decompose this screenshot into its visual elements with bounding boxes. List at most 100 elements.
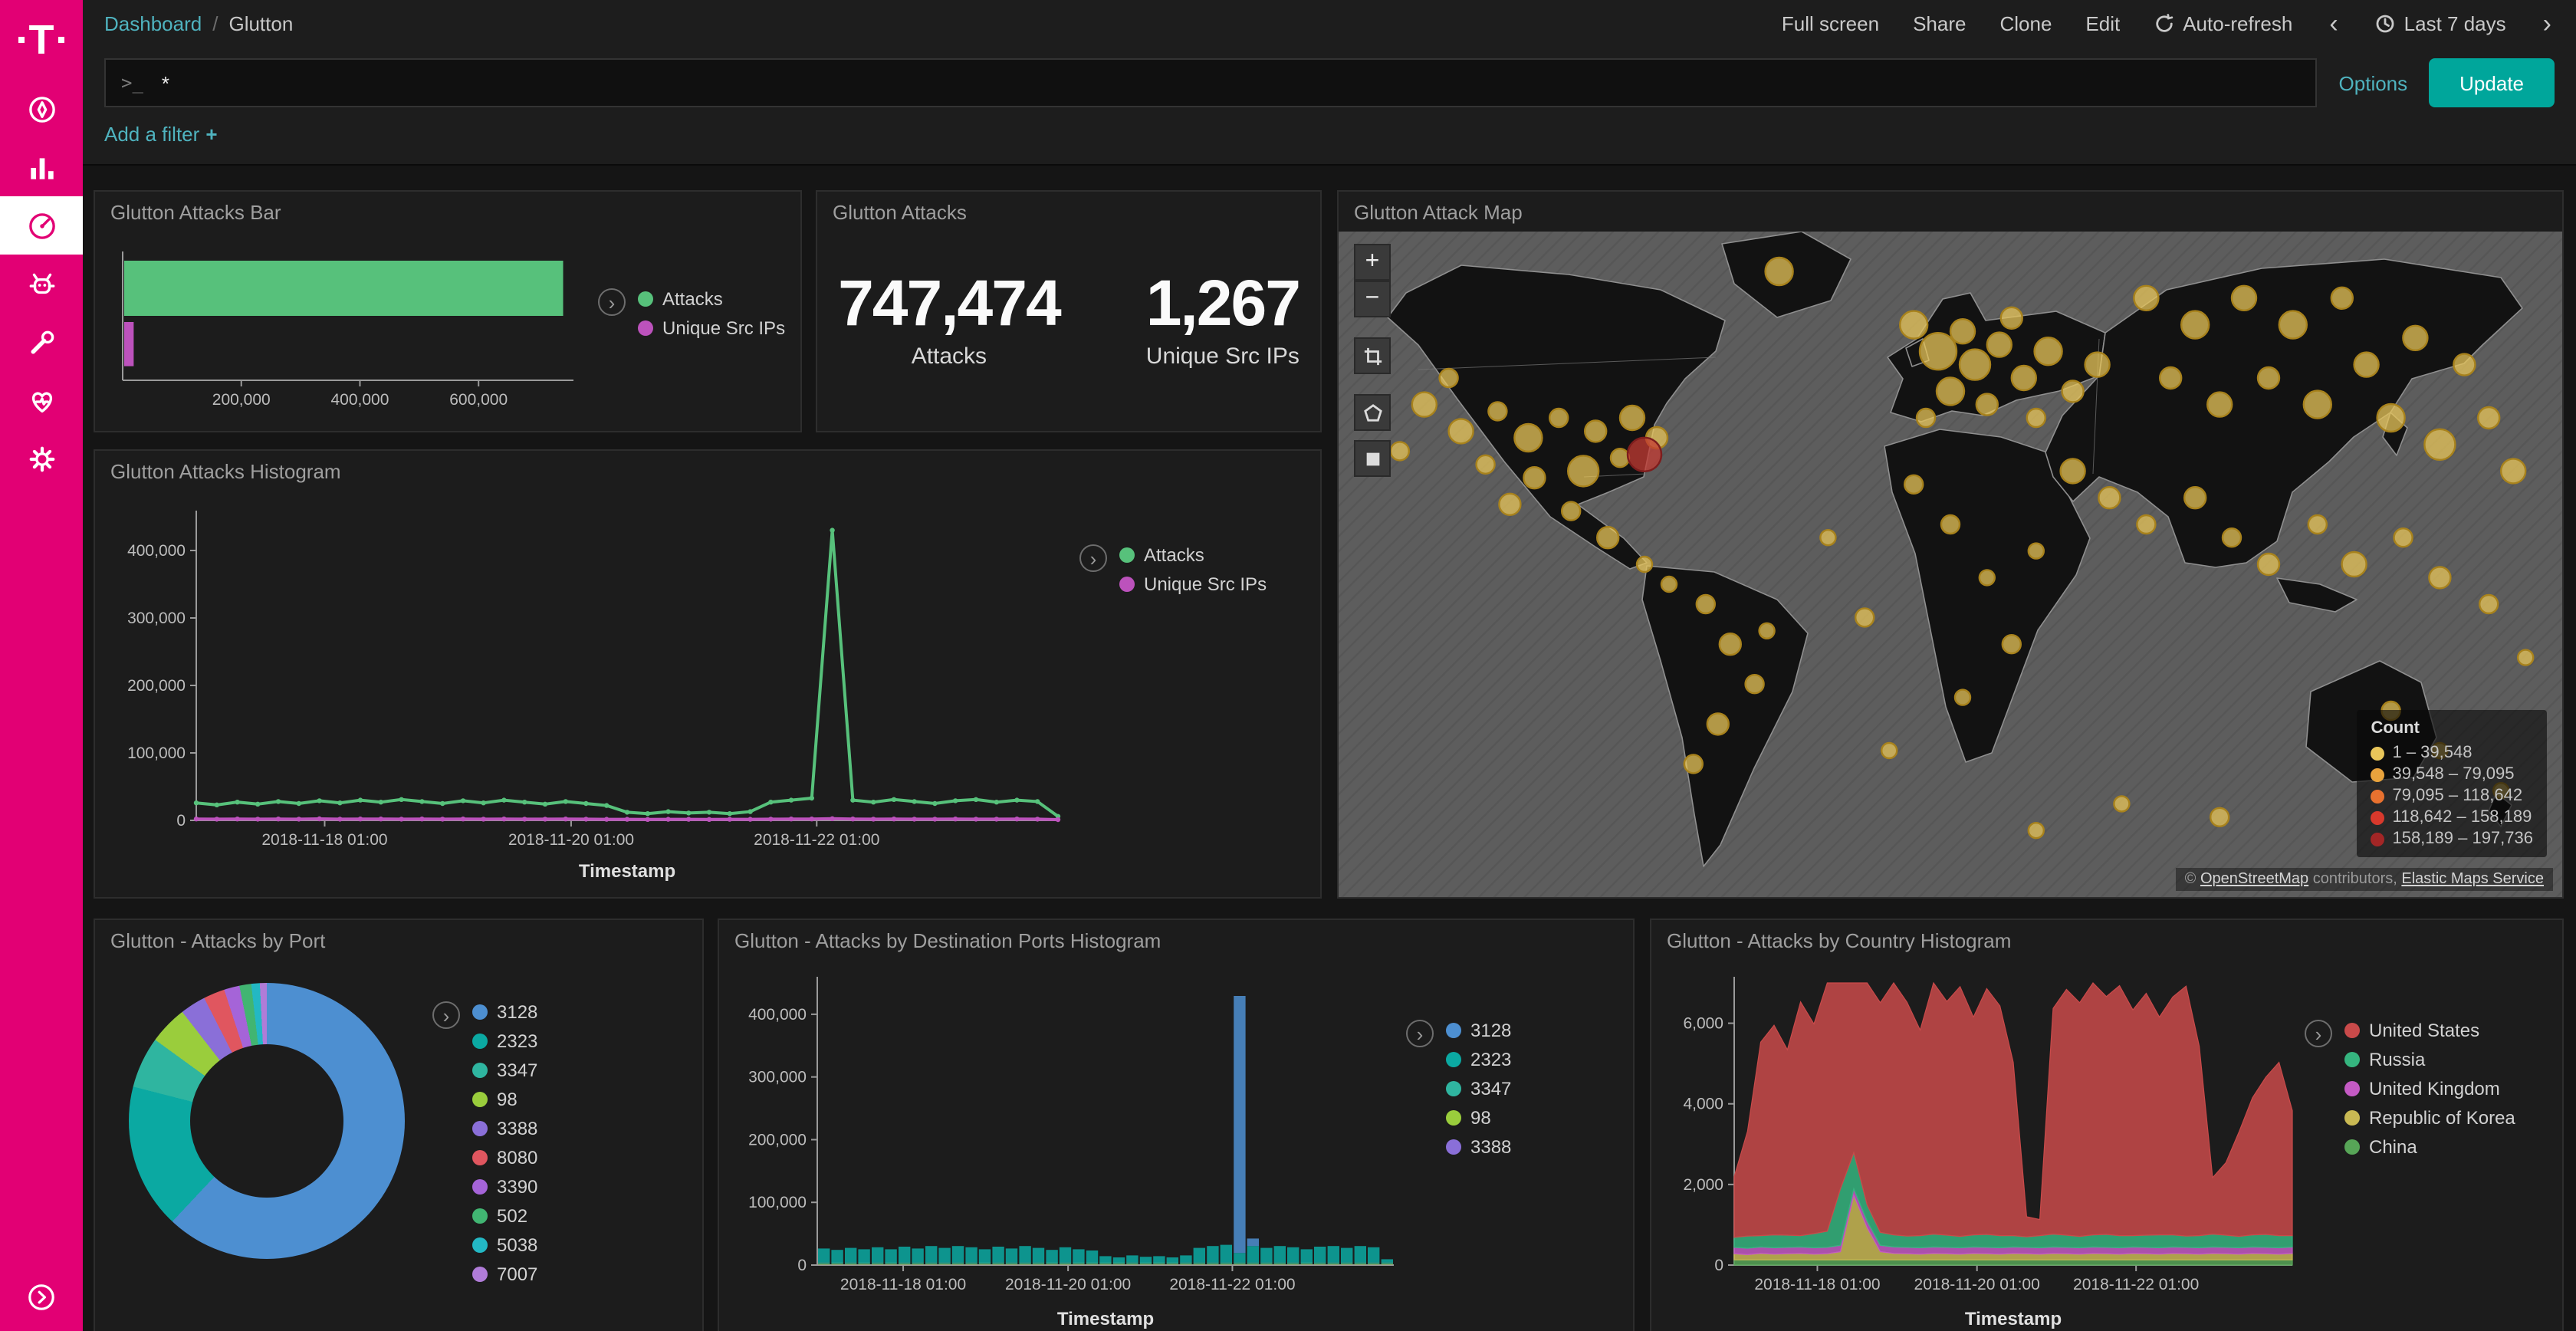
attack-marker[interactable] <box>2134 286 2158 311</box>
attack-marker[interactable] <box>1562 502 1580 521</box>
attack-marker[interactable] <box>2027 409 2045 427</box>
attack-marker[interactable] <box>2258 367 2279 389</box>
legend-item[interactable]: 3347 <box>472 1060 537 1081</box>
legend-item[interactable]: Unique Src IPs <box>638 317 785 339</box>
attack-marker[interactable] <box>2331 288 2353 309</box>
legend-item[interactable]: 3347 <box>1446 1078 1511 1099</box>
attack-marker[interactable] <box>2061 458 2085 483</box>
attack-marker[interactable] <box>2304 391 2331 419</box>
attack-marker[interactable] <box>2210 808 2229 827</box>
sidebar-item-discover[interactable] <box>0 80 83 138</box>
attack-marker[interactable] <box>1611 449 1629 467</box>
attack-marker[interactable] <box>1637 557 1652 572</box>
legend-toggle[interactable]: › <box>2305 1020 2332 1047</box>
attack-marker[interactable] <box>1904 475 1923 494</box>
sidebar-item-dashboard[interactable] <box>0 196 83 255</box>
attack-marker[interactable] <box>1855 608 1874 626</box>
attack-marker[interactable] <box>2232 286 2256 311</box>
attack-marker[interactable] <box>1707 713 1729 735</box>
attack-marker[interactable] <box>2308 515 2327 534</box>
attack-marker[interactable] <box>2453 354 2475 376</box>
attack-marker[interactable] <box>2207 393 2232 417</box>
attack-marker[interactable] <box>1917 409 1935 427</box>
legend-item[interactable]: Attacks <box>1119 544 1267 566</box>
legend-item[interactable]: 2323 <box>1446 1049 1511 1070</box>
attack-marker[interactable] <box>2003 635 2021 653</box>
zoom-out-button[interactable]: − <box>1354 281 1391 317</box>
legend-item[interactable]: United Kingdom <box>2344 1078 2515 1099</box>
sidebar-item-management[interactable] <box>0 429 83 488</box>
attack-marker[interactable] <box>2501 458 2525 483</box>
legend-item[interactable]: Unique Src IPs <box>1119 573 1267 595</box>
zoom-in-button[interactable]: + <box>1354 244 1391 281</box>
edit-button[interactable]: Edit <box>2085 12 2120 35</box>
attack-marker[interactable] <box>1746 675 1764 693</box>
attack-marker[interactable] <box>2258 554 2279 575</box>
legend-toggle[interactable]: › <box>598 288 626 316</box>
attack-marker[interactable] <box>2518 650 2533 666</box>
legend-toggle[interactable]: › <box>1079 544 1107 572</box>
attack-marker[interactable] <box>1549 409 1568 427</box>
legend-item[interactable]: 158,189 – 197,736 <box>2371 830 2533 848</box>
attack-marker[interactable] <box>2062 380 2084 402</box>
attack-marker[interactable] <box>1820 530 1835 545</box>
attack-marker[interactable] <box>2354 353 2379 377</box>
share-button[interactable]: Share <box>1913 12 1966 35</box>
attack-marker[interactable] <box>2429 567 2450 588</box>
attack-marker[interactable] <box>2029 544 2044 559</box>
attack-marker[interactable] <box>1568 455 1598 486</box>
attack-marker[interactable] <box>2342 552 2367 577</box>
sidebar-item-apm[interactable] <box>0 255 83 313</box>
attack-marker[interactable] <box>2012 366 2036 390</box>
breadcrumb-dashboard-link[interactable]: Dashboard <box>104 12 202 35</box>
legend-item[interactable]: United States <box>2344 1020 2515 1041</box>
attack-marker[interactable] <box>1440 369 1458 387</box>
attack-marker[interactable] <box>1585 420 1606 442</box>
legend-toggle[interactable]: › <box>432 1001 460 1029</box>
time-picker-button[interactable]: Last 7 days <box>2375 12 2506 35</box>
legend-item[interactable]: 3388 <box>472 1118 537 1139</box>
legend-item[interactable]: 3388 <box>1446 1136 1511 1158</box>
attack-marker[interactable] <box>1514 424 1542 452</box>
legend-item[interactable]: Attacks <box>638 288 785 310</box>
attack-marker[interactable] <box>2479 595 2498 613</box>
attack-marker[interactable] <box>2137 515 2155 534</box>
sidebar-item-visualize[interactable] <box>0 138 83 196</box>
telekom-logo[interactable]: T <box>18 0 65 80</box>
draw-rectangle-button[interactable] <box>1354 440 1391 477</box>
attack-marker[interactable] <box>1976 394 1998 416</box>
attack-marker[interactable] <box>1477 455 1495 474</box>
attack-marker[interactable] <box>1391 442 1409 460</box>
legend-item[interactable]: 5038 <box>472 1234 537 1256</box>
legend-item[interactable]: 502 <box>472 1205 537 1227</box>
draw-polygon-button[interactable] <box>1354 394 1391 431</box>
attack-marker[interactable] <box>1523 467 1545 488</box>
legend-item[interactable]: 3128 <box>1446 1020 1511 1041</box>
legend-item[interactable]: 118,642 – 158,189 <box>2371 808 2533 827</box>
attack-marker[interactable] <box>1937 377 1964 405</box>
attack-marker[interactable] <box>2403 326 2427 350</box>
attack-marker[interactable] <box>2098 487 2120 508</box>
attack-marker[interactable] <box>2085 353 2110 377</box>
attack-marker[interactable] <box>1661 577 1677 592</box>
attack-marker[interactable] <box>2223 528 2241 547</box>
openstreetmap-link[interactable]: OpenStreetMap <box>2200 871 2308 888</box>
attack-marker[interactable] <box>1499 494 1520 515</box>
attack-marker[interactable] <box>2001 307 2022 329</box>
attack-marker[interactable] <box>1449 419 1474 443</box>
clone-button[interactable]: Clone <box>1999 12 2052 35</box>
sidebar-collapse-button[interactable] <box>0 1264 83 1331</box>
attack-marker[interactable] <box>1987 333 2012 357</box>
time-back-button[interactable]: ‹ <box>2326 10 2341 36</box>
attack-marker[interactable] <box>1597 527 1618 548</box>
query-input[interactable]: >_ * <box>104 58 2318 107</box>
attack-marker[interactable] <box>1684 754 1703 773</box>
attack-marker[interactable] <box>2478 407 2499 429</box>
legend-item[interactable]: 2323 <box>472 1030 537 1052</box>
attack-marker[interactable] <box>1412 393 1437 417</box>
attack-marker[interactable] <box>1620 406 1644 430</box>
legend-item[interactable]: 8080 <box>472 1147 537 1168</box>
query-options-link[interactable]: Options <box>2339 71 2408 94</box>
legend-item[interactable]: 98 <box>1446 1107 1511 1129</box>
attack-marker[interactable] <box>2114 796 2129 811</box>
